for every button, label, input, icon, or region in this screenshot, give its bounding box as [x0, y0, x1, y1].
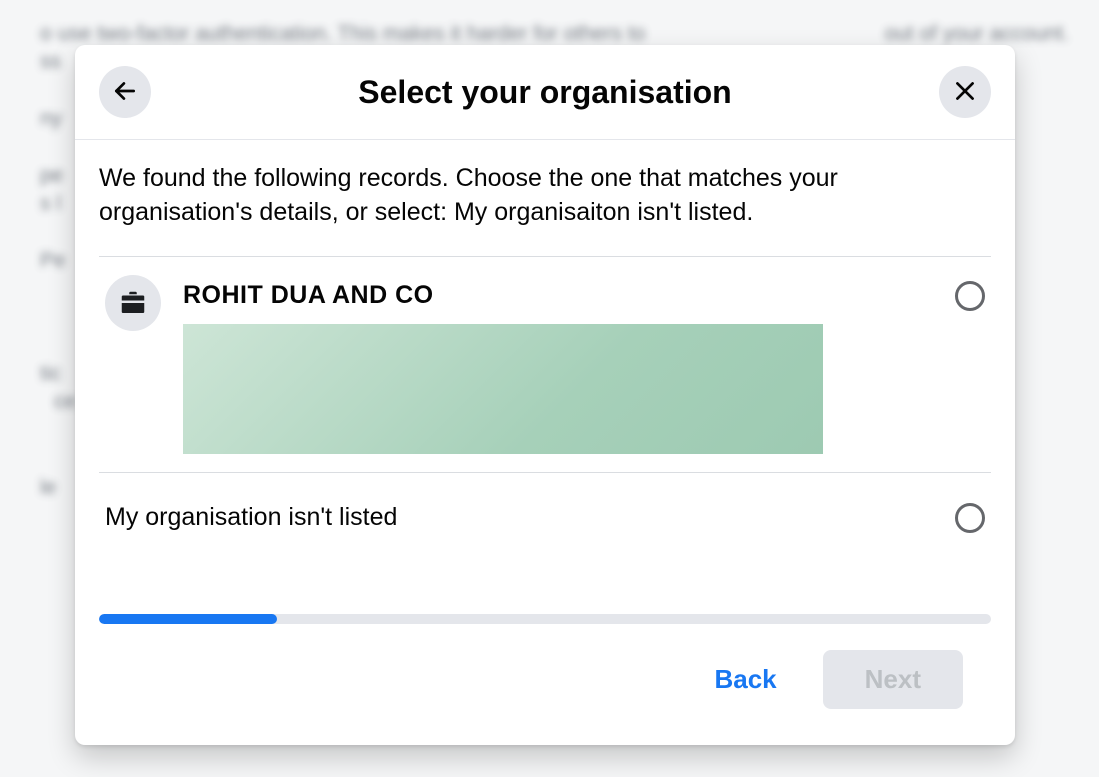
modal-body: We found the following records. Choose t… — [75, 140, 1015, 745]
organisation-name: ROHIT DUA AND CO — [183, 281, 933, 310]
redacted-block — [183, 324, 823, 454]
not-listed-label: My organisation isn't listed — [105, 503, 933, 532]
organisation-option[interactable]: ROHIT DUA AND CO — [99, 257, 991, 473]
arrow-left-icon — [112, 78, 138, 107]
select-organisation-modal: Select your organisation We found the fo… — [75, 45, 1015, 745]
close-button[interactable] — [939, 66, 991, 118]
not-listed-option[interactable]: My organisation isn't listed — [99, 473, 991, 563]
intro-text: We found the following records. Choose t… — [99, 162, 991, 230]
radio-unselected[interactable] — [955, 503, 985, 533]
organisation-options: ROHIT DUA AND CO My organisation isn't l… — [99, 256, 991, 563]
option-content: My organisation isn't listed — [105, 503, 933, 532]
modal-footer: Back Next — [99, 624, 991, 745]
radio-unselected[interactable] — [955, 281, 985, 311]
modal-header: Select your organisation — [75, 45, 1015, 140]
progress-fill — [99, 614, 277, 624]
progress-bar — [99, 614, 991, 624]
option-content: ROHIT DUA AND CO — [183, 275, 933, 454]
back-arrow-button[interactable] — [99, 66, 151, 118]
back-button[interactable]: Back — [696, 652, 794, 707]
next-button[interactable]: Next — [823, 650, 963, 709]
close-icon — [952, 78, 978, 107]
briefcase-icon — [105, 275, 161, 331]
modal-title: Select your organisation — [151, 74, 939, 111]
